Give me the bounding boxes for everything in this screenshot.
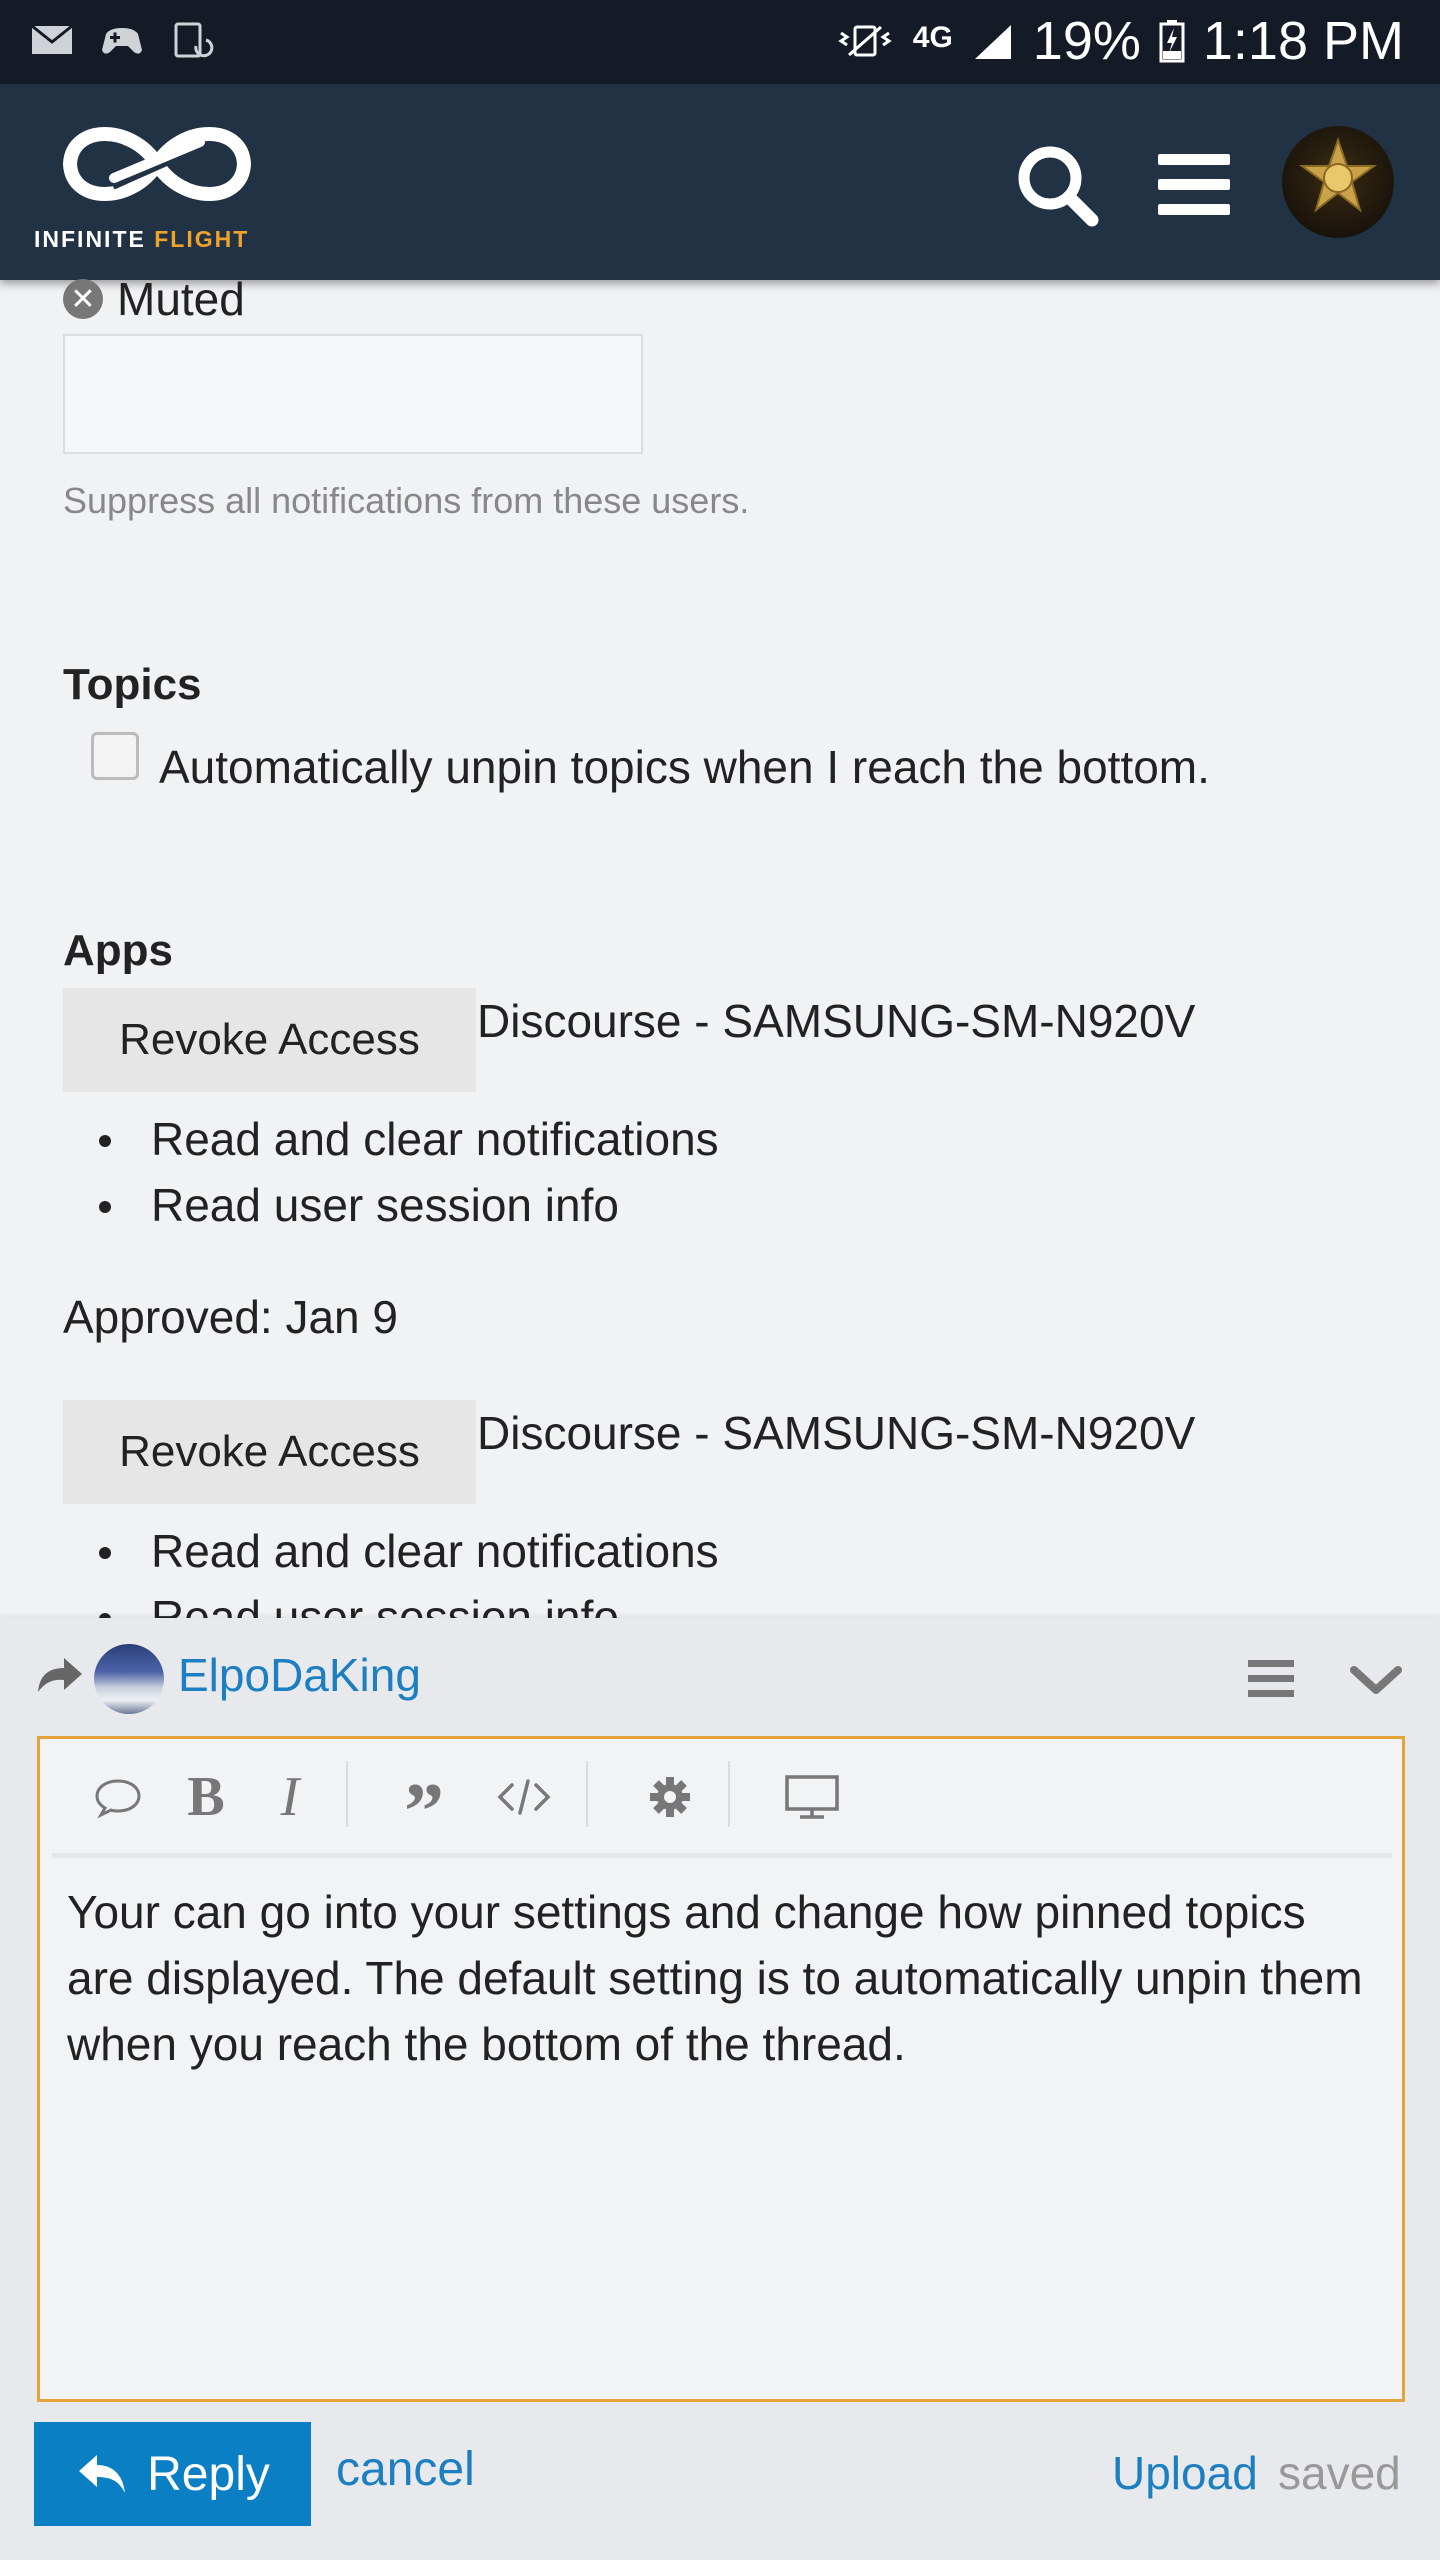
reply-textarea[interactable]: Your can go into your settings and chang…: [67, 1879, 1377, 2077]
site-header: INFINITE FLIGHT: [0, 84, 1440, 280]
hamburger-menu-icon[interactable]: [1150, 140, 1240, 230]
battery-charging-icon: [1159, 20, 1185, 63]
permission-item: Read user session info: [63, 1172, 719, 1238]
reply-icon: [79, 2455, 126, 2493]
network-type-label: 4G: [912, 21, 953, 54]
revoke-access-button[interactable]: Revoke Access: [63, 1400, 476, 1504]
muted-label: Muted: [117, 273, 245, 325]
permission-item: Read and clear notifications: [63, 1106, 719, 1172]
permission-item: Read and clear notifications: [63, 1518, 719, 1584]
preview-screen-icon[interactable]: [782, 1767, 842, 1827]
chevron-down-icon[interactable]: [1350, 1664, 1402, 1696]
composer-username[interactable]: ElpoDaKing: [178, 1648, 421, 1702]
site-logo[interactable]: INFINITE FLIGHT: [34, 106, 284, 256]
permission-list: Read and clear notifications Read user s…: [63, 1106, 719, 1238]
composer-options-icon[interactable]: [1246, 1658, 1296, 1700]
search-icon[interactable]: [1012, 140, 1102, 230]
apps-heading: Apps: [63, 926, 173, 975]
reply-button-label: Reply: [147, 2447, 270, 2501]
cancel-link[interactable]: cancel: [336, 2442, 475, 2497]
bold-icon[interactable]: B: [176, 1766, 236, 1828]
composer-user-avatar: [94, 1644, 164, 1714]
game-controller-icon: [102, 28, 142, 54]
composer-editor[interactable]: B I ” Your can go into your settings and…: [37, 1736, 1405, 2402]
status-bar: 4G 19% 1:18 PM: [0, 0, 1440, 84]
logo-wordmark: INFINITE FLIGHT: [34, 226, 250, 252]
muted-x-icon: ✕: [63, 279, 103, 319]
italic-icon[interactable]: I: [260, 1766, 320, 1828]
gear-icon[interactable]: [640, 1767, 700, 1827]
reply-arrow-icon: [38, 1658, 82, 1692]
toolbar-divider: [728, 1761, 730, 1827]
user-avatar-badge[interactable]: [1282, 126, 1394, 238]
approved-date: Approved: Jan 9: [63, 1291, 399, 1343]
revoke-access-button[interactable]: Revoke Access: [63, 988, 476, 1092]
editor-toolbar: B I ”: [52, 1739, 1392, 1858]
quote-icon[interactable]: ”: [394, 1767, 454, 1852]
auto-unpin-row: Automatically unpin topics when I reach …: [91, 732, 1210, 794]
auto-unpin-label: Automatically unpin topics when I reach …: [159, 741, 1210, 793]
battery-percent: 19%: [1032, 11, 1141, 71]
toolbar-divider: [586, 1761, 588, 1827]
reply-button[interactable]: Reply: [34, 2422, 311, 2526]
upload-link[interactable]: Upload: [1112, 2446, 1258, 2500]
muted-label-row: ✕ Muted: [63, 272, 245, 326]
clock: 1:18 PM: [1202, 11, 1404, 71]
app-name: Discourse - SAMSUNG-SM-N920V: [477, 995, 1196, 1047]
screen-rotate-icon: [174, 22, 214, 58]
muted-users-input[interactable]: [63, 334, 643, 454]
toolbar-divider: [346, 1761, 348, 1827]
sheriff-star-icon: [1298, 136, 1378, 213]
app-name: Discourse - SAMSUNG-SM-N920V: [477, 1407, 1196, 1459]
muted-help-text: Suppress all notifications from these us…: [63, 480, 750, 521]
auto-unpin-checkbox[interactable]: [91, 732, 139, 780]
mail-icon: [31, 24, 73, 54]
infinity-logo-icon: [63, 127, 251, 201]
vibrate-icon: [838, 25, 892, 57]
topics-heading: Topics: [63, 660, 202, 709]
reply-composer: ElpoDaKing B I ” Your can go into your s…: [0, 1618, 1440, 2560]
speech-bubble-icon[interactable]: [88, 1767, 148, 1827]
signal-icon: [974, 25, 1011, 59]
code-icon[interactable]: [494, 1767, 554, 1827]
saved-status: saved: [1278, 2447, 1401, 2499]
